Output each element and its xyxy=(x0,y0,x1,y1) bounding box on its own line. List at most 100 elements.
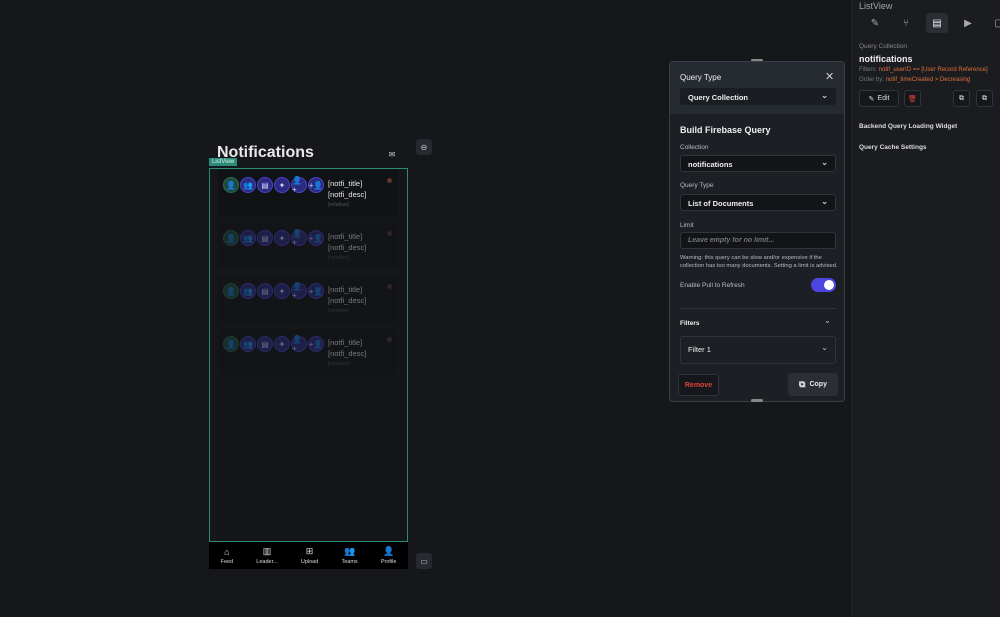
filters-label: Filters xyxy=(680,320,700,327)
avatar-icon: 👥 xyxy=(240,177,256,193)
device-icon[interactable]: ▭ xyxy=(416,553,432,569)
bar-chart-icon: ▥ xyxy=(262,546,272,556)
copy-button[interactable]: ⧉ Copy xyxy=(788,373,838,396)
card-desc: [notfi_desc] xyxy=(328,349,367,358)
backend-query-tab-icon[interactable]: ▤ xyxy=(926,13,948,33)
edit-label: Edit xyxy=(877,95,890,102)
filter-label: Filter 1 xyxy=(688,345,711,354)
avatar-icon: 👤 xyxy=(223,336,239,352)
card-title: [notfi_title] xyxy=(328,232,363,241)
bottom-nav: ⌂ Feed ▥ Leader... ⊞ Upload 👥 Teams 👤 Profile xyxy=(209,542,408,569)
pencil-icon: ✎ xyxy=(868,95,875,103)
collection-name: notifications xyxy=(859,54,913,64)
chevron-down-icon[interactable]: ⌄ xyxy=(824,316,831,325)
home-icon: ⌂ xyxy=(224,546,230,557)
card-time: [relative] xyxy=(328,255,349,261)
select-value: Query Collection xyxy=(688,93,749,102)
paste-icon[interactable]: ⧉ xyxy=(976,90,993,107)
delete-button[interactable]: 🗑 xyxy=(904,90,921,107)
avatar-icon: 👤+ xyxy=(291,229,307,247)
close-icon[interactable]: ✕ xyxy=(825,70,834,83)
collection-label: Collection xyxy=(680,144,709,151)
nav-item-feed[interactable]: ⌂ Feed xyxy=(221,547,234,565)
notification-card[interactable]: 👤 👥 ▤ ✦ 👤+ +👤 [notfi_title] [notfi_desc] [relati… xyxy=(218,329,398,375)
cache-settings-label[interactable]: Query Cache Settings xyxy=(859,144,927,151)
query-type-select[interactable]: Query Collection ⌄ xyxy=(680,88,836,105)
divider xyxy=(680,308,836,309)
nav-item-leader[interactable]: ▥ Leader... xyxy=(256,546,277,565)
unread-dot xyxy=(387,337,392,342)
avatar-icon: ✦ xyxy=(274,230,290,246)
play-tab-icon[interactable]: ▶ xyxy=(957,13,979,33)
card-title: [notfi_title] xyxy=(328,285,363,294)
select-value: List of Documents xyxy=(688,199,754,208)
nav-item-profile[interactable]: 👤 Profile xyxy=(381,546,397,565)
link-icon[interactable]: ⊖ xyxy=(416,139,432,155)
avatar-icon: 👤+ xyxy=(291,176,307,194)
query-type-label: Query Type xyxy=(680,182,714,189)
query-collection-label: Query Collection xyxy=(859,43,908,50)
nav-item-teams[interactable]: 👥 Teams xyxy=(341,546,357,565)
widget-name: ListView xyxy=(859,1,893,11)
actions-tab-icon[interactable]: ⑂ xyxy=(895,13,917,33)
avatar-icon: 👤+ xyxy=(291,282,307,300)
notification-card[interactable]: 👤 👥 ▤ ✦ 👤+ +👤 [notfi_title] [notfi_desc] [relati… xyxy=(218,170,398,216)
avatar-icon: 👤 xyxy=(223,230,239,246)
pull-refresh-label: Enable Pull to Refresh xyxy=(680,282,745,289)
copy-icon: ⧉ xyxy=(799,379,806,389)
drag-handle[interactable] xyxy=(751,399,763,402)
card-desc: [notfi_desc] xyxy=(328,243,367,252)
notification-card[interactable]: 👤 👥 ▤ ✦ 👤+ +👤 [notfi_title] [notfi_desc] [relati… xyxy=(218,276,398,322)
nav-label: Leader... xyxy=(256,559,278,565)
card-title: [notfi_title] xyxy=(328,179,363,188)
nav-item-upload[interactable]: ⊞ Upload xyxy=(301,546,318,565)
avatar-icon: +👤 xyxy=(308,177,324,193)
mail-icon: ✉ xyxy=(388,149,396,159)
nav-label: Upload xyxy=(300,559,319,565)
card-time: [relative] xyxy=(328,202,349,208)
limit-label: Limit xyxy=(680,222,694,229)
section-title: Build Firebase Query xyxy=(680,125,771,135)
avatar-icon: ✦ xyxy=(274,283,290,299)
card-desc: [notfi_desc] xyxy=(328,190,367,199)
chevron-down-icon: ⌄ xyxy=(821,158,828,167)
pull-refresh-toggle[interactable] xyxy=(811,278,836,292)
card-time: [relative] xyxy=(328,308,349,314)
more-tab-icon[interactable]: ▢ xyxy=(988,13,1000,33)
loading-widget-label[interactable]: Backend Query Loading Widget xyxy=(859,123,957,130)
upload-icon: ⊞ xyxy=(305,546,314,556)
avatar-icon: 👤 xyxy=(223,283,239,299)
unread-dot xyxy=(387,284,392,289)
avatar-icon: 👤+ xyxy=(291,335,307,353)
remove-button[interactable]: Remove xyxy=(678,374,719,396)
unread-dot xyxy=(387,178,392,183)
avatar-icon: 👤 xyxy=(223,177,239,193)
avatar-icon: ▤ xyxy=(257,177,273,193)
avatar-icon: ▤ xyxy=(257,230,273,246)
avatar-icon: 👥 xyxy=(240,336,256,352)
limit-input[interactable] xyxy=(680,232,836,249)
select-value: notifications xyxy=(688,160,733,169)
nav-label: Teams xyxy=(341,559,358,565)
card-desc: [notfi_desc] xyxy=(328,296,367,305)
nav-label: Feed xyxy=(220,558,234,565)
nav-label: Profile xyxy=(380,559,397,565)
avatar-icon: +👤 xyxy=(308,336,324,352)
collection-select[interactable]: notifications ⌄ xyxy=(680,155,836,172)
unread-dot xyxy=(387,231,392,236)
warning-text: Warning: this query can be slow and/or e… xyxy=(680,255,838,269)
card-title: [notfi_title] xyxy=(328,338,363,347)
avatar-icon: ✦ xyxy=(274,177,290,193)
edit-button[interactable]: ✎ Edit xyxy=(859,90,899,107)
notification-card[interactable]: 👤 👥 ▤ ✦ 👤+ +👤 [notfi_title] [notfi_desc] [relati… xyxy=(218,223,398,269)
copy-label: Copy xyxy=(809,381,827,388)
order-value: notif_timeCreated > Decreasing xyxy=(885,77,971,83)
properties-tab-icon[interactable]: ✎ xyxy=(864,13,886,33)
chevron-down-icon: ⌄ xyxy=(821,197,828,206)
teams-icon: 👥 xyxy=(343,546,356,556)
avatar-icon: 👥 xyxy=(240,230,256,246)
query-type2-select[interactable]: List of Documents ⌄ xyxy=(680,194,836,211)
filters-label: Filters: xyxy=(859,67,877,73)
filter-1[interactable]: Filter 1 ⌄ xyxy=(680,336,836,364)
copy-icon[interactable]: ⧉ xyxy=(953,90,970,107)
